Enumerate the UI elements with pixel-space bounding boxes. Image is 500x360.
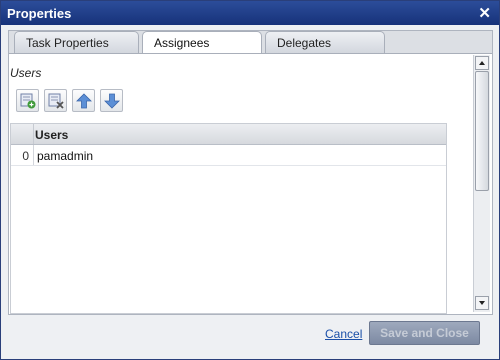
move-up-icon (76, 93, 92, 109)
users-section-label: Users (10, 66, 42, 80)
move-up-button[interactable] (72, 89, 95, 112)
move-down-icon (104, 93, 120, 109)
row-index: 0 (11, 145, 34, 165)
grid-header: Users (11, 124, 446, 145)
tab-label: Task Properties (26, 36, 109, 50)
users-column-header[interactable]: Users (35, 128, 68, 142)
move-down-button[interactable] (100, 89, 123, 112)
tab-task-properties[interactable]: Task Properties (14, 31, 139, 53)
add-user-button[interactable] (16, 89, 39, 112)
assignees-content: Users Users 0 pamadmin (9, 53, 492, 314)
remove-user-button[interactable] (44, 89, 67, 112)
arrow-down-icon (479, 301, 485, 305)
scrollbar-thumb[interactable] (475, 71, 489, 191)
properties-dialog: Properties ✕ Task Properties Assignees D… (0, 0, 500, 360)
scroll-up-button[interactable] (475, 56, 489, 70)
save-and-close-button[interactable]: Save and Close (369, 321, 480, 345)
users-grid: Users 0 pamadmin (10, 123, 447, 314)
cancel-link[interactable]: Cancel (325, 327, 362, 341)
dialog-title: Properties (7, 6, 72, 21)
tab-panel: Task Properties Assignees Delegates User… (8, 30, 493, 315)
scroll-down-button[interactable] (475, 296, 489, 310)
vertical-scrollbar[interactable] (473, 55, 490, 312)
arrow-up-icon (479, 61, 485, 65)
tab-assignees[interactable]: Assignees (142, 31, 262, 54)
tab-label: Delegates (277, 36, 332, 50)
table-row[interactable]: 0 pamadmin (11, 145, 446, 166)
add-user-icon (20, 93, 36, 109)
row-index-header (11, 124, 34, 144)
remove-user-icon (48, 93, 64, 109)
dialog-titlebar: Properties ✕ (1, 1, 499, 25)
dialog-footer: Cancel Save and Close (1, 319, 499, 349)
user-cell[interactable]: pamadmin (37, 149, 93, 163)
close-icon[interactable]: ✕ (478, 4, 491, 22)
tab-label: Assignees (154, 36, 210, 50)
tab-delegates[interactable]: Delegates (265, 31, 385, 53)
